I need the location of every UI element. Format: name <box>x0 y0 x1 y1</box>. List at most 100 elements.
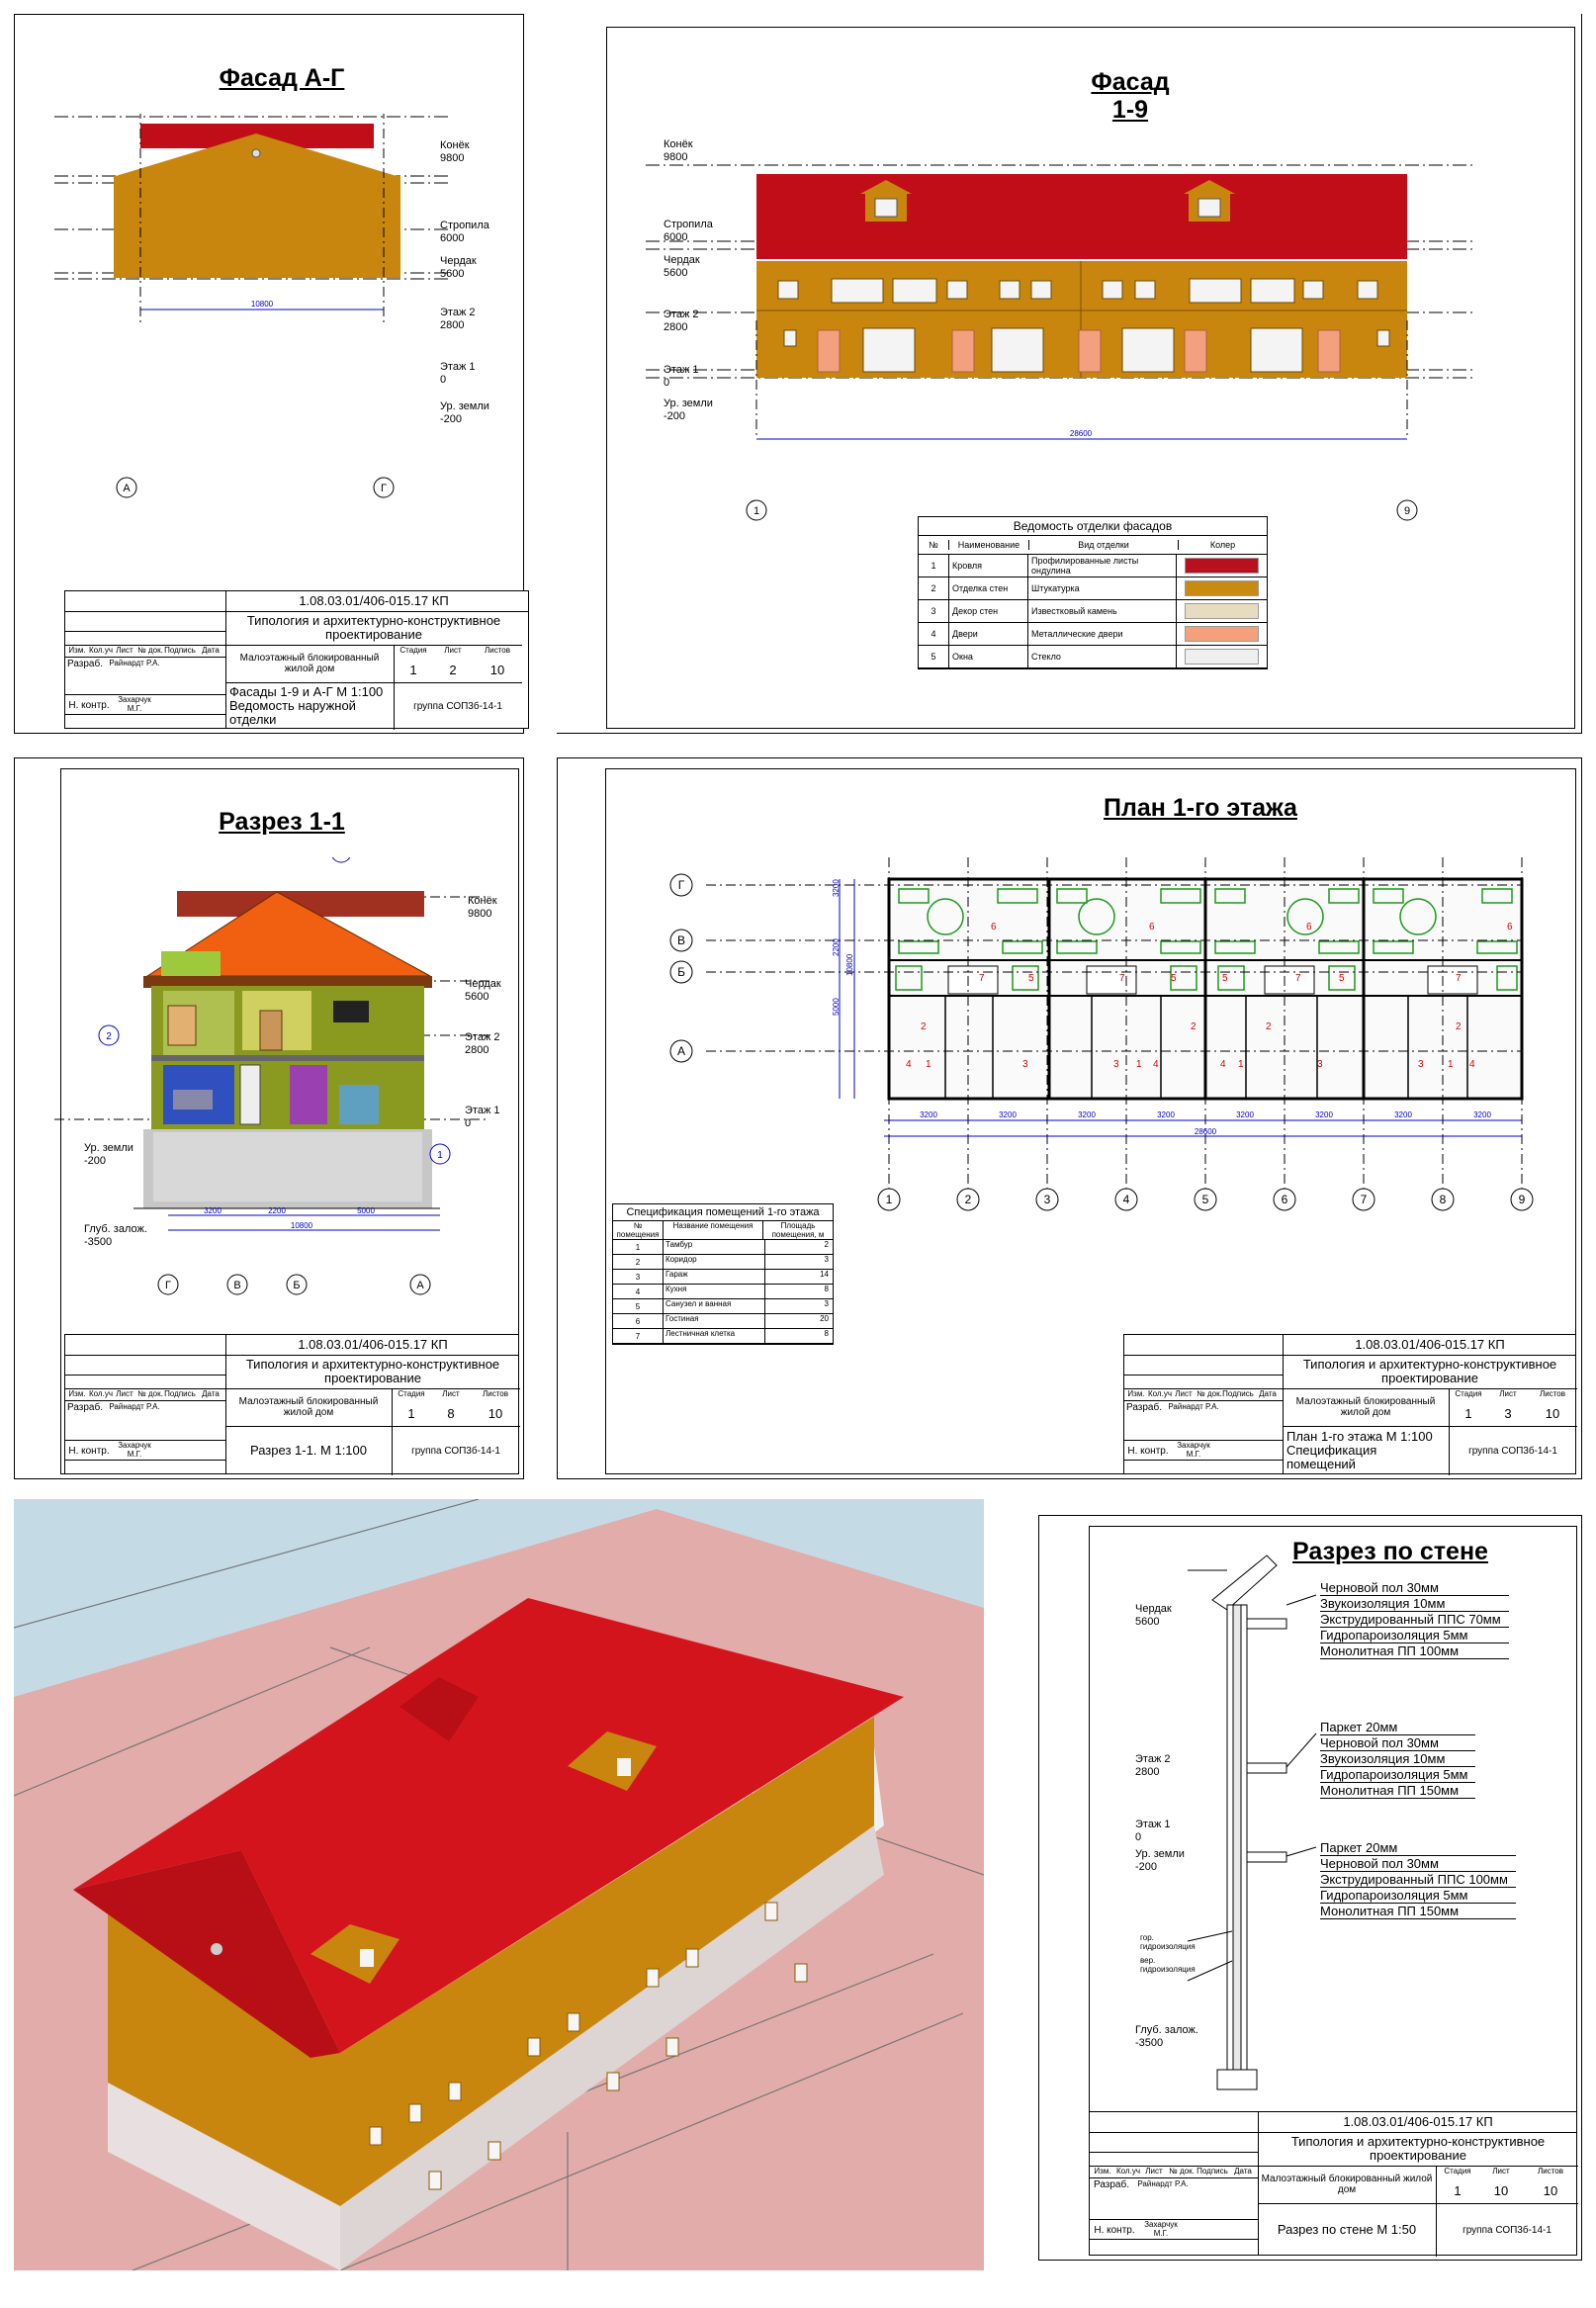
level-label: Ур. земли -200 <box>1135 1848 1185 1873</box>
svg-text:6: 6 <box>1507 922 1513 932</box>
layer-label: Монолитная ПП 150мм <box>1320 1783 1476 1799</box>
level-label: Этаж 10 <box>664 364 699 389</box>
finish-row: 3 Декор стен Известковый камень <box>919 600 1267 623</box>
svg-text:7: 7 <box>1119 973 1125 984</box>
color-swatch <box>1185 558 1259 574</box>
svg-text:10800: 10800 <box>845 953 854 976</box>
dimension-text: 3200 <box>1394 1110 1412 1119</box>
finish-row: 2 Отделка стен Штукатурка <box>919 577 1267 600</box>
svg-text:4: 4 <box>1220 1059 1226 1070</box>
svg-text:3: 3 <box>1418 1059 1424 1070</box>
svg-text:2: 2 <box>106 1031 112 1042</box>
color-swatch <box>1185 626 1259 642</box>
layers-floor2: Паркет 20мм Черновой пол 30мм Звукоизоляци… <box>1320 1720 1476 1799</box>
layer-label: Монолитная ПП 100мм <box>1320 1643 1509 1659</box>
layer-label: Гидропароизоляция 5мм <box>1320 1628 1509 1643</box>
svg-text:Б: Б <box>677 965 685 979</box>
title-block: 1.08.03.01/406-015.17 КП Типология и арх… <box>1089 2111 1578 2257</box>
level-label: Этаж 2 2800 <box>664 309 699 333</box>
layer-label: Экструдированный ППС 70мм <box>1320 1612 1509 1628</box>
layer-label: Монолитная ПП 150мм <box>1320 1904 1516 1919</box>
layers-attic: Черновой пол 30мм Звукоизоляция 10мм Экстр… <box>1320 1580 1509 1659</box>
finish-table: Ведомость отделки фасадов № Наименование… <box>918 516 1268 669</box>
svg-text:3200: 3200 <box>204 1206 222 1215</box>
spec-row: 3 Гараж 14 <box>613 1270 833 1285</box>
svg-text:3: 3 <box>338 857 344 858</box>
svg-text:1: 1 <box>926 1059 931 1070</box>
title-block: 1.08.03.01/406-015.17 КП Типология и арх… <box>1123 1334 1577 1475</box>
course-name: Типология и архитектурно-конструктивное … <box>246 612 501 642</box>
svg-text:1: 1 <box>1136 1059 1142 1070</box>
facade-wall <box>114 176 400 278</box>
project-name: Малоэтажный блокированный жилой дом <box>239 653 380 674</box>
level-label: Этаж 2 2800 <box>1135 1753 1171 1778</box>
svg-text:А: А <box>677 1044 685 1058</box>
level-label: Чердак 5600 <box>465 978 501 1003</box>
svg-text:Б: Б <box>293 1280 300 1291</box>
dimension-text: 3200 <box>1473 1110 1491 1119</box>
level-label: Ур. земли -200 <box>84 1142 133 1167</box>
svg-text:5: 5 <box>1028 973 1034 984</box>
sheet-title: Фасад А-Г <box>219 64 345 92</box>
svg-text:2200: 2200 <box>268 1206 286 1215</box>
dimension-text: 3200 <box>920 1110 937 1119</box>
dimension-text: 3200 <box>1315 1110 1333 1119</box>
svg-text:5: 5 <box>1171 973 1177 984</box>
svg-text:5000: 5000 <box>357 1206 375 1215</box>
level-label: Стропила 6000 <box>664 219 713 243</box>
axis-label: 3 <box>1044 1193 1051 1206</box>
axis-label: 1 <box>886 1193 893 1206</box>
sheet-number: 10 <box>1493 2182 1509 2198</box>
svg-text:2: 2 <box>1191 1021 1197 1032</box>
svg-text:Г: Г <box>678 878 685 892</box>
waterproofing-label: гор. гидроизоляция <box>1140 1933 1196 1952</box>
level-label: Ур. земли -200 <box>664 398 713 422</box>
dimension-text: 3200 <box>1157 1110 1175 1119</box>
level-label: Глуб. залож. -3500 <box>84 1223 147 1248</box>
level-label: Ур. земли -200 <box>440 400 489 425</box>
svg-text:10800: 10800 <box>291 1221 313 1230</box>
svg-text:6: 6 <box>1149 922 1155 932</box>
layer-label: Паркет 20мм <box>1320 1840 1516 1856</box>
axis-label: А <box>123 483 131 494</box>
axis-label: 4 <box>1123 1193 1130 1206</box>
svg-text:4: 4 <box>1469 1059 1475 1070</box>
svg-text:5: 5 <box>1222 973 1228 984</box>
sheet-facade-ag: Фасад А-Г 10800 А Г Конёк 9800 Стропила 60… <box>14 14 529 734</box>
svg-text:1: 1 <box>1238 1059 1244 1070</box>
group-name: группа СОП3б-14-1 <box>413 700 502 712</box>
layer-label: Паркет 20мм <box>1320 1720 1476 1735</box>
color-swatch <box>1185 580 1259 596</box>
layer-label: Гидропароизоляция 5мм <box>1320 1888 1516 1904</box>
level-label: Конёк 9800 <box>664 138 693 163</box>
axis-label: 5 <box>1202 1193 1209 1206</box>
dimension-text: 10800 <box>251 300 274 309</box>
layer-label: Черновой пол 30мм <box>1320 1856 1516 1872</box>
svg-text:5000: 5000 <box>832 998 841 1016</box>
axis-label: 9 <box>1519 1193 1526 1206</box>
level-label: Чердак 5600 <box>1135 1603 1172 1628</box>
svg-text:4: 4 <box>906 1059 912 1070</box>
dimension-text: 3200 <box>999 1110 1017 1119</box>
layers-floor1: Паркет 20мм Черновой пол 30мм Экструдирова… <box>1320 1840 1516 1919</box>
spec-row: 5 Санузел и ванная 3 <box>613 1299 833 1314</box>
sheet-number: 2 <box>449 662 457 677</box>
sheet-title: Фасад 1-9 <box>1091 68 1170 124</box>
svg-text:6: 6 <box>991 922 997 932</box>
spec-row: 6 Гостиная 20 <box>613 1314 833 1329</box>
finish-row: 5 Окна Стекло <box>919 646 1267 668</box>
level-label: Чердак 5600 <box>440 255 477 280</box>
sheet-wall-section: Разрез по стене Г Чердак5600 Этаж 22800 … <box>1038 1515 1582 2261</box>
sheet-title: Разрез 1-1 <box>219 808 345 836</box>
svg-text:7: 7 <box>979 973 985 984</box>
total-dimension: 28600 <box>1195 1127 1217 1136</box>
color-swatch <box>1185 603 1259 619</box>
dimension-text: 28600 <box>1070 429 1093 438</box>
axis-label: 1 <box>754 505 759 517</box>
facade-19-openings: 28600 1 9 <box>746 278 1418 521</box>
svg-text:7: 7 <box>1295 973 1301 984</box>
level-label: Этаж 10 <box>440 361 476 386</box>
3d-render <box>14 1499 984 2270</box>
spec-row: 7 Лестничная клетка 8 <box>613 1329 833 1344</box>
title-block: 1.08.03.01/406-015.17 КП Типология и арх… <box>64 1334 520 1475</box>
